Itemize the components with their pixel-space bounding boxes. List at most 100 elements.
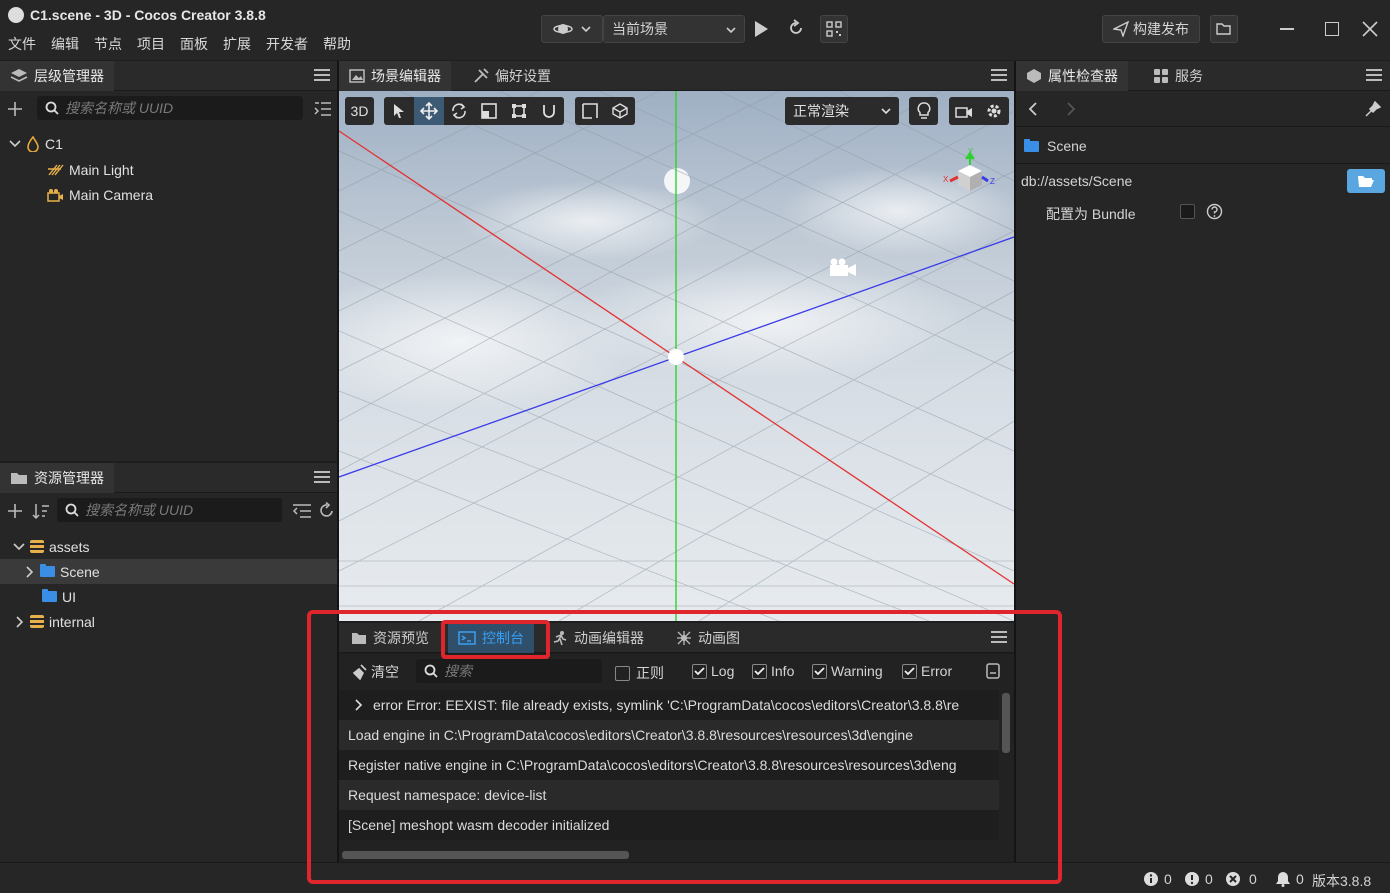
inspector-pin-button[interactable] [1365,101,1381,117]
folder-icon [11,473,27,484]
inspector-open-folder-button[interactable] [1347,169,1385,193]
play-button[interactable] [752,19,770,39]
assets-collapse-button[interactable] [292,503,312,519]
local-global-button[interactable] [605,97,635,125]
qrcode-button[interactable] [820,15,848,43]
menu-help[interactable]: 帮助 [323,34,351,54]
render-mode-value: 正常渲染 [793,103,849,119]
inspector-forward-button[interactable] [1066,101,1076,117]
menu-panel[interactable]: 面板 [180,34,208,54]
tab-services[interactable]: 服务 [1143,61,1213,91]
chevron-down-icon [881,108,891,115]
tab-inspector[interactable]: 属性检查器 [1016,61,1128,91]
tab-scene-editor[interactable]: 场景编辑器 [339,61,451,91]
close-icon [1362,21,1378,37]
tools-icon [474,68,489,83]
asset-item-ui[interactable]: UI [42,584,76,609]
tab-hierarchy[interactable]: 层级管理器 [0,61,114,91]
asset-item-label: Scene [60,563,100,580]
asset-item-internal[interactable]: internal [15,609,95,634]
chevron-down-icon [726,27,736,34]
chevron-right-icon [16,615,24,628]
assets-sort-button[interactable] [32,502,50,520]
bundle-checkbox[interactable] [1180,204,1195,219]
assets-refresh-button[interactable] [318,502,335,519]
hierarchy-search-placeholder: 搜索名称或 UUID [65,100,174,116]
tree-node-c1[interactable]: C1 [9,131,63,156]
orientation-gizmo[interactable]: Y X Z [942,147,998,203]
assets-add-button[interactable] [7,502,25,520]
tree-node-label: Main Camera [69,186,154,203]
menu-extension[interactable]: 扩展 [223,34,251,54]
tree-node-main-light[interactable]: Main Light [47,157,134,182]
chevron-left-icon [1028,102,1037,116]
rect-tool-button[interactable] [504,97,534,125]
scene-menu-icon[interactable] [991,69,1007,83]
tab-assets[interactable]: 资源管理器 [0,463,114,493]
status-notifications[interactable]: 0 [1275,871,1304,887]
menu-project[interactable]: 项目 [137,34,165,54]
scene-select-value: 当前场景 [612,21,668,37]
close-button[interactable] [1362,21,1378,37]
assets-menu-icon[interactable] [314,471,330,485]
mode-3d-button[interactable]: 3D [345,97,374,125]
chevron-right-icon [1067,102,1076,116]
hierarchy-menu-icon[interactable] [314,69,330,83]
tree-node-label: C1 [45,135,63,152]
menu-file[interactable]: 文件 [8,34,36,54]
status-info[interactable]: 0 [1143,871,1172,887]
menu-node[interactable]: 节点 [94,34,122,54]
status-error[interactable]: 0 [1225,871,1257,887]
move-tool-button[interactable] [414,97,444,125]
inspector-back-button[interactable] [1028,101,1038,117]
menu-edit[interactable]: 编辑 [51,34,79,54]
scene-camera-button[interactable] [949,97,979,125]
help-circle-icon [1206,203,1223,220]
folder-icon [40,564,55,577]
asset-item-scene[interactable]: Scene [25,559,100,584]
build-publish-button[interactable]: 构建发布 [1102,15,1200,43]
plus-icon [8,504,22,518]
scale-tool-button[interactable] [474,97,504,125]
scene-viewport[interactable]: Y X Z [339,91,1014,621]
rotate-tool-button[interactable] [444,97,474,125]
pivot-button[interactable] [575,97,605,125]
lighting-button[interactable] [909,97,938,125]
title-bar: C1.scene - 3D - Cocos Creator 3.8.8 文件 编… [0,0,1390,60]
scene-settings-button[interactable] [979,97,1009,125]
scene-select[interactable]: 当前场景 [603,15,745,43]
camera-icon [47,188,63,202]
hierarchy-search[interactable]: 搜索名称或 UUID [37,96,303,120]
open-project-folder-button[interactable] [1210,15,1238,43]
folder-icon [42,589,57,602]
inspector-panel: Scene db://assets/Scene 配置为 Bundle [1016,91,1390,862]
minimize-button[interactable] [1280,28,1294,30]
transform-toolbar [384,97,564,125]
gizmo-z-label: Z [990,177,995,186]
folder-open-icon [1216,23,1231,35]
menu-developer[interactable]: 开发者 [266,34,308,54]
inspector-menu-icon[interactable] [1366,69,1382,83]
inspector-node-title: Scene [1024,138,1087,154]
render-mode-select[interactable]: 正常渲染 [785,97,899,125]
select-tool-button[interactable] [384,97,414,125]
tree-node-main-camera[interactable]: Main Camera [47,182,153,207]
tab-assets-label: 资源管理器 [34,470,104,486]
assets-header: 资源管理器 [0,463,337,493]
asset-item-assets[interactable]: assets [13,534,89,559]
highlight-annotation-tab [441,620,550,659]
tab-preferences[interactable]: 偏好设置 [463,61,561,91]
scene-editor-header: 场景编辑器 偏好设置 [339,61,1014,91]
status-warning[interactable]: 0 [1184,871,1213,887]
platform-select[interactable] [541,15,603,43]
bell-icon [1276,872,1290,887]
hierarchy-collapse-button[interactable] [314,101,332,117]
assets-search[interactable]: 搜索名称或 UUID [57,498,282,522]
snap-tool-button[interactable] [534,97,564,125]
refresh-button[interactable] [787,19,805,37]
hierarchy-add-button[interactable] [7,100,25,118]
bundle-help-icon[interactable] [1206,203,1223,220]
lightbulb-icon [917,102,930,119]
error-icon [1226,872,1240,886]
maximize-button[interactable] [1325,22,1339,36]
